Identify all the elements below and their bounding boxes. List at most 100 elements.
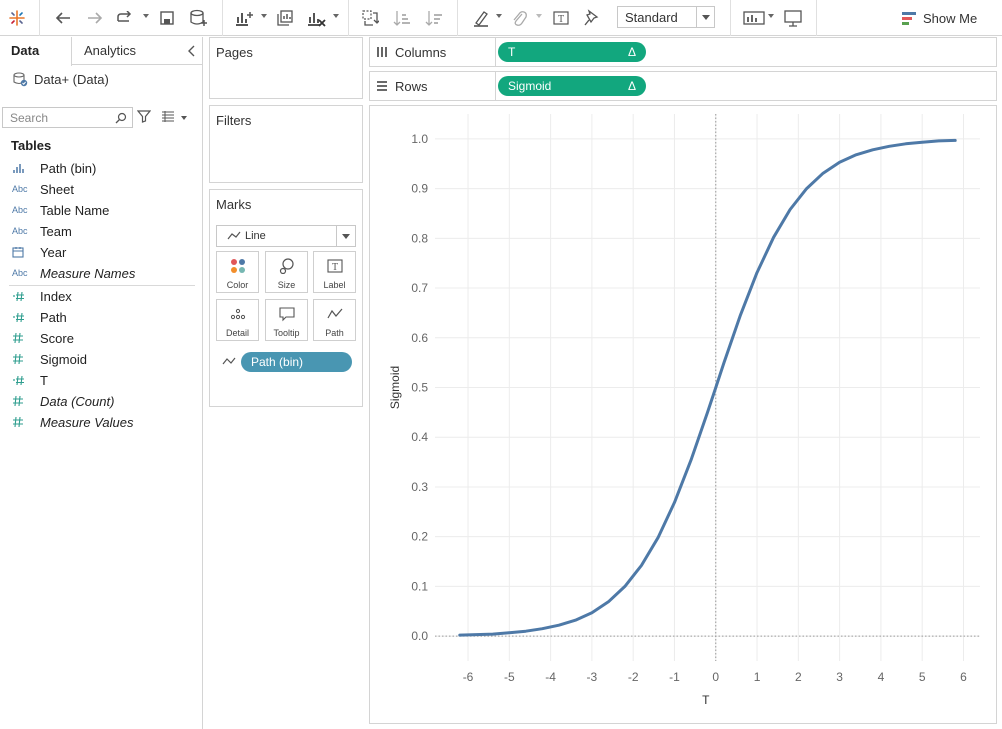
tooltip-button[interactable]: Tooltip <box>265 299 308 341</box>
detail-icon <box>217 306 258 322</box>
field-measure-values[interactable]: Measure Values <box>0 412 200 432</box>
y-tick-label: 1.0 <box>411 132 428 146</box>
collapse-pane-icon[interactable] <box>186 44 196 61</box>
x-tick-label: 2 <box>795 670 802 684</box>
svg-text:T: T <box>558 14 564 25</box>
show-cards-caret-icon[interactable] <box>768 14 774 18</box>
field-path[interactable]: Path <box>0 307 200 327</box>
x-tick-label: 6 <box>960 670 967 684</box>
show-me-button[interactable]: Show Me <box>901 8 977 28</box>
save-icon[interactable] <box>157 6 177 30</box>
rows-shelf: Rows Sigmoid Δ <box>369 71 997 101</box>
x-tick-label: -3 <box>587 670 598 684</box>
rows-label: Rows <box>395 78 428 94</box>
highlight-icon[interactable] <box>470 6 492 30</box>
numeric-dim-icon <box>0 374 40 386</box>
path-bin-pill[interactable]: Path (bin) <box>241 352 352 372</box>
field-t[interactable]: T <box>0 370 200 390</box>
clear-sheet-caret-icon[interactable] <box>333 14 339 18</box>
t-pill[interactable]: T Δ <box>498 42 646 62</box>
size-button[interactable]: Size <box>265 251 308 293</box>
detail-button-label: Detail <box>225 328 249 338</box>
clear-sheet-icon[interactable] <box>304 6 328 30</box>
x-tick-label: 4 <box>878 670 885 684</box>
replay-icon[interactable] <box>114 6 136 30</box>
sigmoid-pill[interactable]: Sigmoid Δ <box>498 76 646 96</box>
hash-icon <box>0 416 40 428</box>
hash-icon <box>0 353 40 365</box>
chevron-down-icon[interactable] <box>696 7 714 27</box>
tab-analytics[interactable]: Analytics <box>84 37 136 65</box>
presentation-mode-card-icon[interactable] <box>742 6 766 30</box>
color-button[interactable]: Color <box>216 251 259 293</box>
filters-card[interactable]: Filters <box>209 105 363 183</box>
filter-icon[interactable] <box>136 109 152 126</box>
field-table-name[interactable]: Abc Table Name <box>0 200 200 220</box>
data-source-icon <box>13 72 28 87</box>
t-pill-delta-icon: Δ <box>627 45 636 59</box>
view-options-caret-icon[interactable] <box>181 116 187 120</box>
new-worksheet-caret-icon[interactable] <box>261 14 267 18</box>
sort-descending-icon[interactable] <box>423 6 445 30</box>
tooltip-button-label: Tooltip <box>273 328 300 338</box>
data-source-name: Data+ (Data) <box>34 71 109 87</box>
highlight-caret-icon[interactable] <box>496 14 502 18</box>
size-icon <box>266 258 307 274</box>
x-tick-label: -1 <box>669 670 680 684</box>
data-source-item[interactable]: Data+ (Data) <box>12 71 109 87</box>
fit-dropdown[interactable]: Standard <box>617 6 715 28</box>
undo-icon[interactable] <box>52 6 74 30</box>
redo-icon[interactable] <box>84 6 106 30</box>
tables-heading: Tables <box>11 138 52 153</box>
field-year[interactable]: Year <box>0 242 200 262</box>
label-button[interactable]: T Label <box>313 251 356 293</box>
duplicate-sheet-icon[interactable] <box>274 6 296 30</box>
columns-icon <box>377 47 387 57</box>
pages-card[interactable]: Pages <box>209 37 363 99</box>
show-labels-icon[interactable]: T <box>550 6 572 30</box>
field-sheet[interactable]: Abc Sheet <box>0 179 200 199</box>
sort-ascending-icon[interactable] <box>391 6 413 30</box>
chevron-down-icon[interactable] <box>336 226 355 246</box>
presentation-icon[interactable] <box>781 6 805 30</box>
view-options-icon[interactable] <box>161 110 175 125</box>
path-button[interactable]: Path <box>313 299 356 341</box>
group-paperclip-icon[interactable] <box>508 6 530 30</box>
detail-button[interactable]: Detail <box>216 299 259 341</box>
tableau-logo-icon[interactable] <box>7 6 27 30</box>
new-worksheet-icon[interactable] <box>232 6 256 30</box>
pin-icon[interactable] <box>580 6 602 30</box>
field-label: Path <box>40 309 67 325</box>
chart-view[interactable]: -6 -5 -4 -3 -2 -1 0 1 2 3 4 5 6 0.0 0.1 0.2 0.3 0.4 0.5 0.6… <box>369 105 997 724</box>
fit-dropdown-value: Standard <box>625 10 678 25</box>
columns-shelf-label: Columns <box>370 38 496 66</box>
x-tick-label: 3 <box>836 670 843 684</box>
abc-icon: Abc <box>12 268 28 278</box>
search-input[interactable]: Search <box>2 107 133 128</box>
group-caret-icon[interactable] <box>536 14 542 18</box>
label-icon: T <box>314 258 355 274</box>
line-mark-icon <box>227 230 241 244</box>
field-label: Year <box>40 244 67 260</box>
tab-data[interactable]: Data <box>0 37 72 66</box>
mark-type-dropdown[interactable]: Line <box>216 225 356 247</box>
field-sigmoid[interactable]: Sigmoid <box>0 349 200 369</box>
sigmoid-pill-label: Sigmoid <box>508 79 552 93</box>
y-tick-label: 0.0 <box>411 629 428 643</box>
sigmoid-line-chart[interactable]: -6 -5 -4 -3 -2 -1 0 1 2 3 4 5 6 0.0 0.1 0.2 0.3 0.4 0.5 0.6… <box>370 106 996 723</box>
new-data-source-icon[interactable] <box>188 6 210 30</box>
field-label: Sheet <box>40 181 74 197</box>
swap-rows-columns-icon[interactable] <box>359 6 381 30</box>
color-button-label: Color <box>226 280 249 290</box>
field-data-count[interactable]: Data (Count) <box>0 391 200 411</box>
replay-caret-icon[interactable] <box>143 14 149 18</box>
field-score[interactable]: Score <box>0 328 200 348</box>
tooltip-icon <box>266 306 307 322</box>
field-index[interactable]: Index <box>0 286 200 306</box>
field-team[interactable]: Abc Team <box>0 221 200 241</box>
rows-shelf-label: Rows <box>370 72 496 100</box>
columns-label: Columns <box>395 44 447 60</box>
show-me-icon <box>902 12 916 25</box>
field-path-bin[interactable]: Path (bin) <box>0 158 200 178</box>
field-measure-names[interactable]: Abc Measure Names <box>0 263 200 283</box>
